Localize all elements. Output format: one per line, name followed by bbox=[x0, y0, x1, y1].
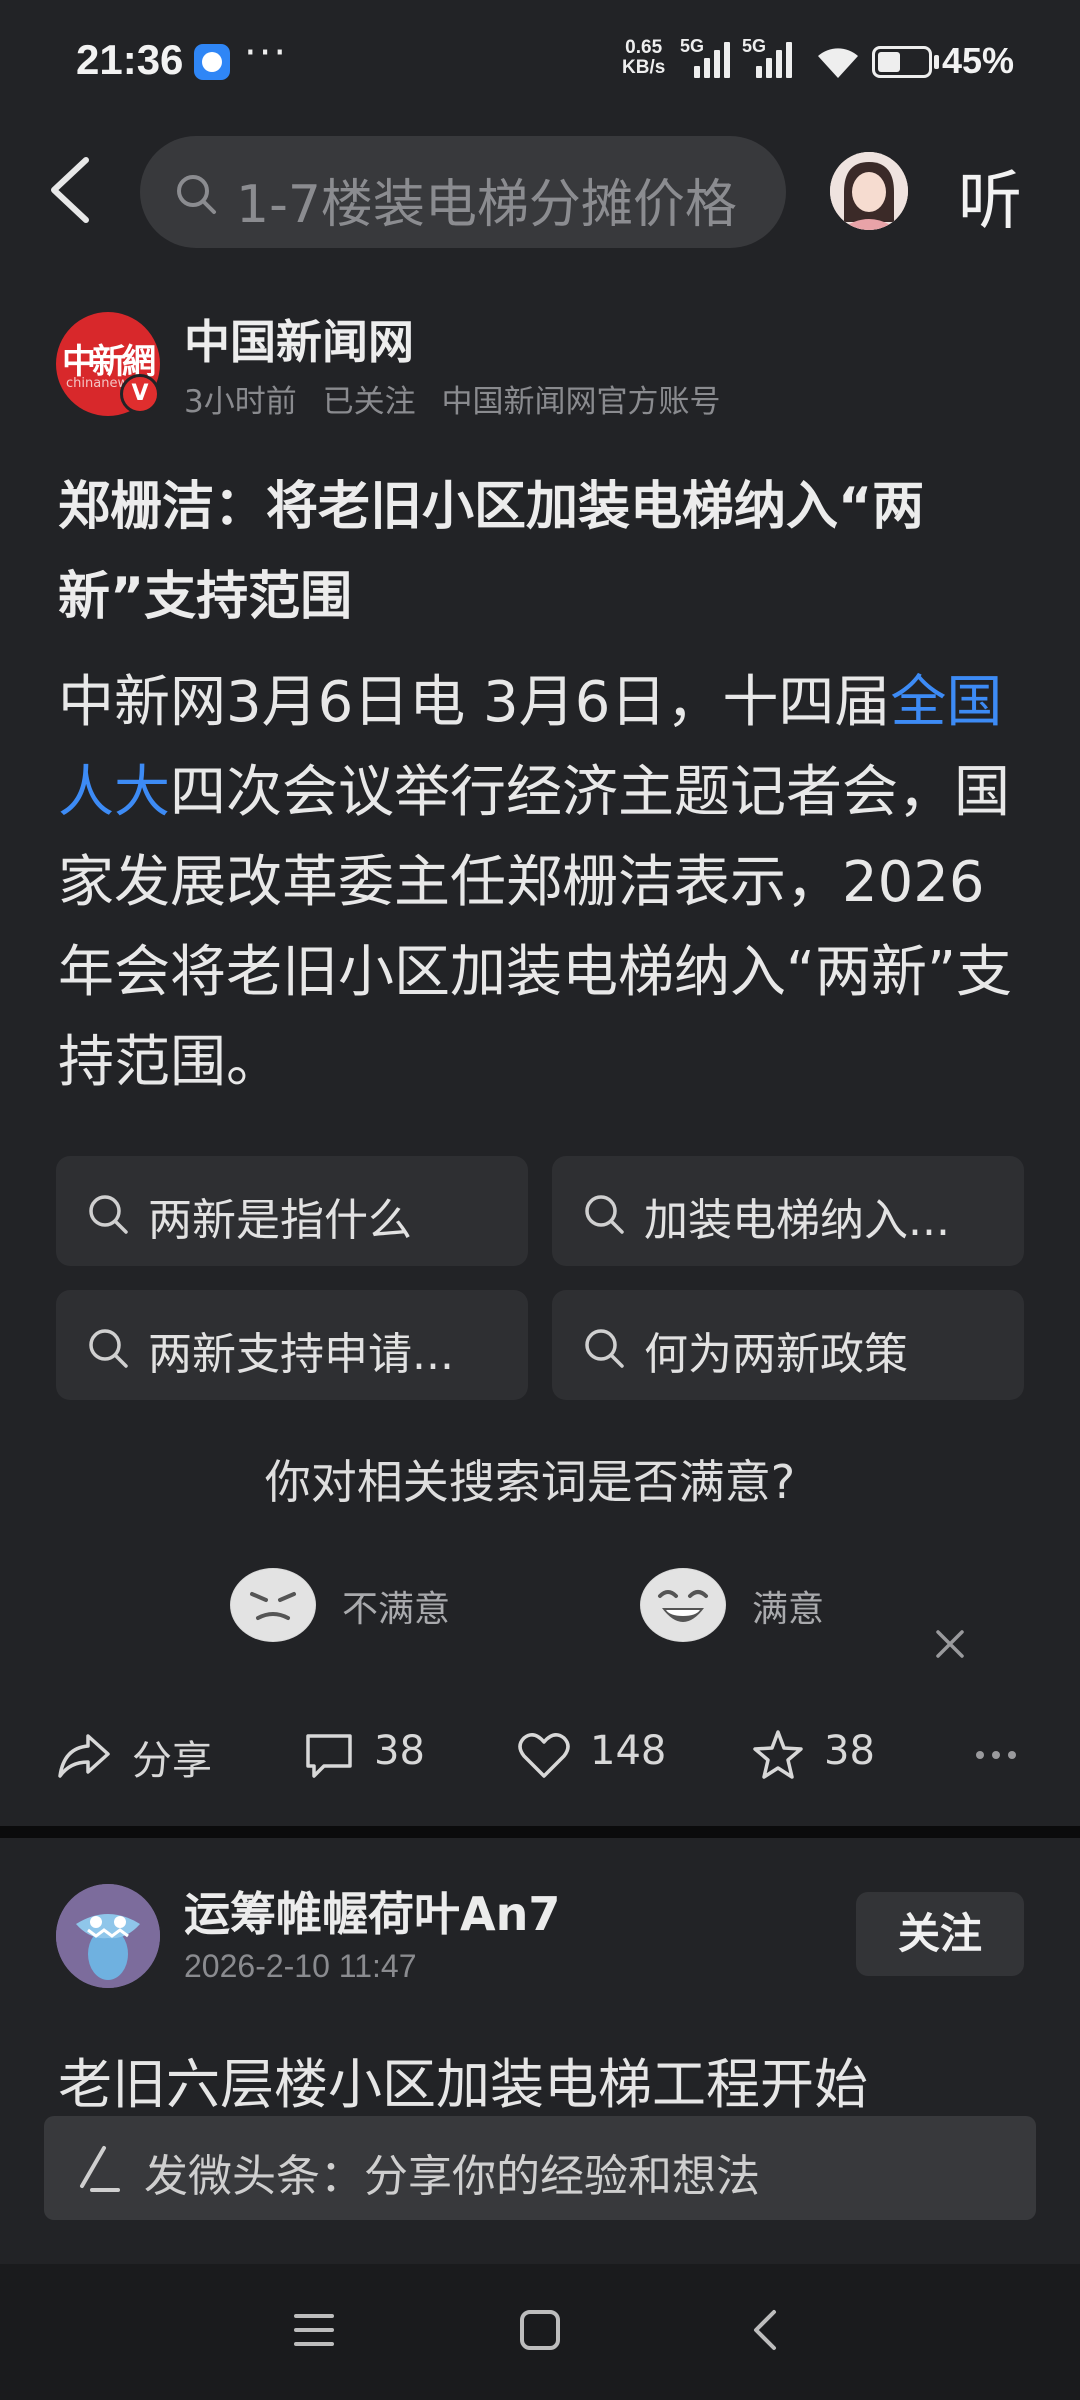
menu-icon[interactable] bbox=[292, 2310, 336, 2350]
post-time: 2026-2-10 11:47 bbox=[184, 1948, 417, 1984]
related-search-label: 加装电梯纳入... bbox=[644, 1195, 950, 1246]
related-search-label: 两新支持申请... bbox=[148, 1329, 454, 1380]
network-speed: 0.65 KB/s bbox=[622, 37, 666, 78]
verified-badge-icon: V bbox=[120, 374, 160, 414]
signal-bars-icon bbox=[756, 40, 792, 78]
account-description: 中国新闻网官方账号 bbox=[441, 384, 721, 420]
user-avatar[interactable] bbox=[830, 152, 908, 230]
publish-time: 3小时前 bbox=[184, 384, 297, 420]
favorite-button[interactable]: 38 bbox=[750, 1726, 890, 1786]
close-icon[interactable] bbox=[932, 1626, 968, 1662]
battery-tip bbox=[934, 55, 939, 69]
more-options-icon[interactable] bbox=[974, 1748, 1018, 1762]
system-nav-bar bbox=[0, 2264, 1080, 2400]
battery-icon bbox=[872, 46, 932, 78]
satisfied-emoji-button[interactable] bbox=[640, 1568, 726, 1642]
like-button[interactable]: 148 bbox=[516, 1726, 686, 1786]
clock: 21:36 bbox=[76, 36, 184, 83]
search-query: 1-7楼装电梯分摊价格 bbox=[236, 175, 737, 235]
author-name[interactable]: 运筹帷幄荷叶An7 bbox=[184, 1878, 560, 1944]
favorite-count: 38 bbox=[824, 1728, 875, 1774]
article-title: 郑栅洁：将老旧小区加装电梯纳入“两新”支持范围 bbox=[58, 477, 925, 627]
author-avatar[interactable] bbox=[56, 1884, 160, 1988]
signal-2: 5G bbox=[742, 36, 792, 78]
search-icon bbox=[177, 175, 216, 214]
related-search-label: 何为两新政策 bbox=[644, 1329, 908, 1380]
search-icon bbox=[89, 1329, 128, 1368]
monster-avatar-image bbox=[56, 1884, 160, 1988]
listen-button[interactable]: 听 bbox=[958, 150, 1022, 242]
share-button[interactable]: 分享 bbox=[56, 1726, 226, 1786]
user-avatar-image bbox=[830, 152, 908, 230]
unsatisfied-emoji-button[interactable] bbox=[230, 1568, 316, 1642]
related-search-label: 两新是指什么 bbox=[148, 1195, 412, 1246]
wifi-icon bbox=[818, 48, 858, 78]
related-search-chip[interactable]: 两新支持申请... bbox=[56, 1290, 528, 1400]
related-search-chip[interactable]: 两新是指什么 bbox=[56, 1156, 528, 1266]
pen-icon bbox=[80, 2146, 120, 2192]
source-meta: 3小时前 已关注 中国新闻网官方账号 bbox=[184, 376, 736, 421]
browser-app-icon bbox=[194, 44, 230, 80]
feedback-question: 你对相关搜索词是否满意? bbox=[264, 1455, 796, 1509]
follow-button[interactable]: 关注 bbox=[856, 1892, 1024, 1976]
signal-1: 5G bbox=[680, 36, 730, 78]
compose-bar[interactable]: 发微头条：分享你的经验和想法 bbox=[44, 2116, 1036, 2220]
satisfied-label[interactable]: 满意 bbox=[752, 1580, 824, 1632]
share-label: 分享 bbox=[132, 1738, 212, 1784]
unsatisfied-label[interactable]: 不满意 bbox=[342, 1580, 450, 1632]
home-icon[interactable] bbox=[518, 2308, 562, 2352]
post-title[interactable]: 老旧六层楼小区加装电梯工程开始 bbox=[58, 2040, 868, 2119]
back-nav-icon[interactable] bbox=[744, 2308, 788, 2352]
search-icon bbox=[585, 1195, 624, 1234]
search-input[interactable]: 1-7楼装电梯分摊价格 bbox=[140, 136, 786, 248]
like-count: 148 bbox=[590, 1728, 667, 1774]
frown-face-icon bbox=[231, 1569, 315, 1641]
back-button[interactable] bbox=[40, 150, 100, 230]
compose-placeholder: 发微头条：分享你的经验和想法 bbox=[144, 2151, 760, 2202]
battery-level bbox=[878, 52, 900, 72]
related-search-chip[interactable]: 何为两新政策 bbox=[552, 1290, 1024, 1400]
section-divider bbox=[0, 1826, 1080, 1838]
signal-bars-icon bbox=[694, 40, 730, 78]
heart-icon bbox=[518, 1733, 570, 1778]
search-icon bbox=[585, 1329, 624, 1368]
share-icon bbox=[58, 1734, 110, 1778]
comment-icon bbox=[306, 1734, 352, 1778]
follow-status: 已关注 bbox=[322, 384, 416, 420]
battery-percent: 45% bbox=[942, 40, 1015, 81]
status-bar: 21:36 ··· 0.65 KB/s 5G 5G 45% bbox=[0, 0, 1080, 130]
article-body-text: 四次会议举行经济主题记者会，国家发展改革委主任郑栅洁表示，2026年会将老旧小区… bbox=[58, 760, 1013, 1095]
article-body: 中新网3月6日电 3月6日，十四届全国人大四次会议举行经济主题记者会，国家发展改… bbox=[58, 658, 1026, 1108]
star-icon bbox=[753, 1730, 803, 1779]
comment-count: 38 bbox=[374, 1728, 425, 1774]
laughing-face-icon bbox=[641, 1569, 725, 1641]
article-body-text: 中新网3月6日电 3月6日，十四届 bbox=[58, 670, 891, 735]
search-icon bbox=[89, 1195, 128, 1234]
more-notifications-icon: ··· bbox=[244, 30, 289, 76]
comment-button[interactable]: 38 bbox=[302, 1726, 442, 1786]
related-search-chip[interactable]: 加装电梯纳入... bbox=[552, 1156, 1024, 1266]
source-name[interactable]: 中国新闻网 bbox=[184, 306, 414, 372]
